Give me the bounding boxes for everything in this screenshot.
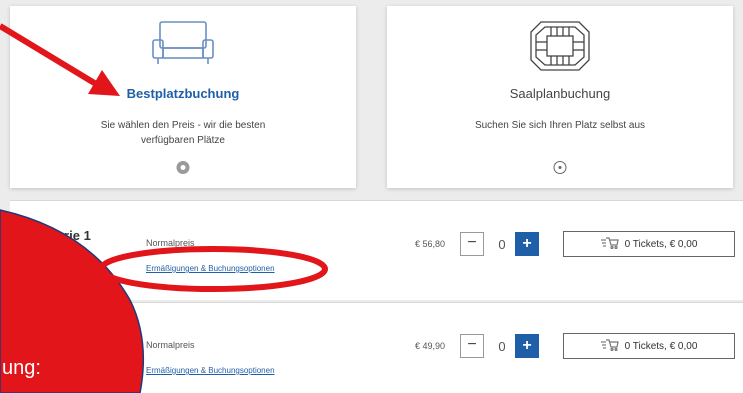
- seat-plan-booking-card[interactable]: Saalplanbuchung Suchen Sie sich Ihren Pl…: [387, 6, 733, 188]
- seat-plan-description: Suchen Sie sich Ihren Platz selbst aus: [474, 120, 646, 131]
- ticket-price: € 56,80: [415, 239, 446, 249]
- discounts-options-link[interactable]: Ermäßigungen & Buchungsoptionen: [146, 366, 275, 375]
- quantity-value: 0: [498, 339, 506, 354]
- cart-button-label: 0 Tickets, € 0,00: [624, 340, 698, 352]
- cart-button-label: 0 Tickets, € 0,00: [624, 238, 698, 250]
- discounts-options-link[interactable]: Ermäßigungen & Buchungsoptionen: [146, 264, 275, 273]
- decrease-quantity-button[interactable]: −: [460, 334, 484, 358]
- price-type-label: Normalpreis: [146, 238, 195, 248]
- category-subtitle: Sitzplatz: [20, 251, 55, 261]
- increase-quantity-button[interactable]: +: [515, 334, 539, 358]
- cart-icon: [600, 338, 619, 354]
- ticket-row: Normalpreis Ermäßigungen & Buchungsoptio…: [10, 302, 743, 393]
- best-seat-radio[interactable]: [176, 161, 190, 174]
- category-name: Kategorie 1: [20, 228, 91, 243]
- increase-quantity-button[interactable]: +: [515, 232, 539, 256]
- seat-plan-title[interactable]: Saalplanbuchung: [387, 86, 733, 101]
- quantity-value: 0: [498, 237, 506, 252]
- cart-icon: [600, 236, 619, 252]
- best-seat-booking-card[interactable]: Bestplatzbuchung Sie wählen den Preis - …: [10, 6, 356, 188]
- seat-plan-icon: [527, 18, 593, 79]
- best-seat-title[interactable]: Bestplatzbuchung: [10, 86, 356, 101]
- seat-plan-radio[interactable]: [553, 161, 567, 174]
- add-to-cart-button[interactable]: 0 Tickets, € 0,00: [563, 231, 735, 257]
- ticket-price: € 49,90: [415, 341, 446, 351]
- add-to-cart-button[interactable]: 0 Tickets, € 0,00: [563, 333, 735, 359]
- best-seat-description: Sie wählen den Preis - wir die besten ve…: [100, 120, 266, 146]
- price-type-label: Normalpreis: [146, 340, 195, 350]
- decrease-quantity-button[interactable]: −: [460, 232, 484, 256]
- annotation-text: ung:: [2, 357, 41, 379]
- ticket-row: Kategorie 1 Sitzplatz Normalpreis Ermäßi…: [10, 200, 743, 300]
- sofa-icon: [148, 18, 218, 73]
